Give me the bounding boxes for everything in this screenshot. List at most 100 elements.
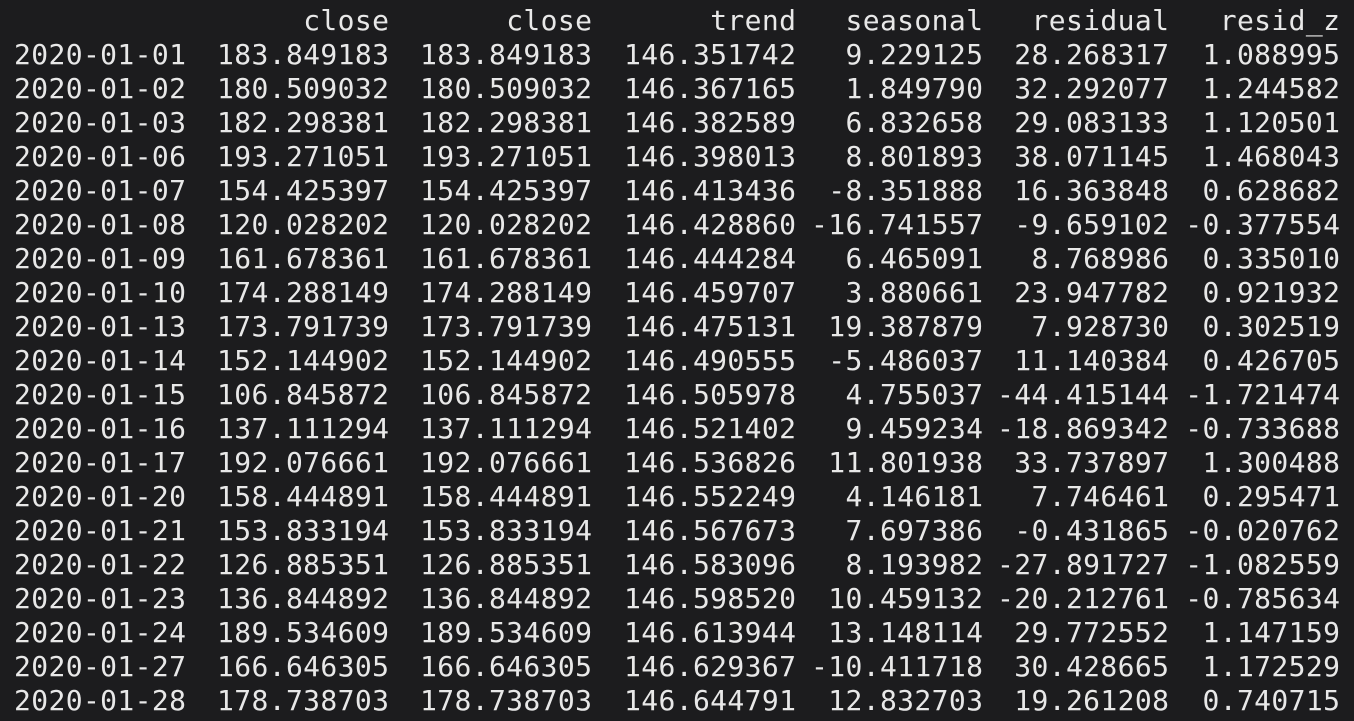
residual-cell: -9.659102	[1014, 208, 1170, 241]
resid-z-cell: 1.120501	[1202, 106, 1341, 139]
close-cell: 166.646305	[217, 650, 390, 683]
table-row: 2020-01-08 120.028202 120.028202 146.428860…	[14, 208, 1340, 242]
close-cell: 174.288149	[217, 276, 390, 309]
close-cell: 120.028202	[217, 208, 390, 241]
close-cell: 158.444891	[420, 480, 593, 513]
table-row: 2020-01-10 174.288149 174.288149 146.459707…	[14, 276, 1340, 310]
seasonal-cell: 1.849790	[845, 72, 984, 105]
terminal-window[interactable]: close close trend seasonal residual resi…	[0, 0, 1354, 721]
trend-cell: 146.475131	[624, 310, 797, 343]
table-row: 2020-01-09 161.678361 161.678361 146.444284…	[14, 242, 1340, 276]
seasonal-cell: 19.387879	[828, 310, 984, 343]
trend-cell: 146.413436	[624, 174, 797, 207]
close-cell: 126.885351	[420, 548, 593, 581]
trend-cell: 146.629367	[624, 650, 797, 683]
residual-cell: 29.772552	[1014, 616, 1170, 649]
trend-cell: 146.567673	[624, 514, 797, 547]
seasonal-cell: 4.755037	[845, 378, 984, 411]
resid-z-cell: 0.921932	[1202, 276, 1341, 309]
close-cell: 193.271051	[217, 140, 390, 173]
close-cell: 120.028202	[420, 208, 593, 241]
close-cell: 154.425397	[217, 174, 390, 207]
seasonal-cell: -8.351888	[828, 174, 984, 207]
close-cell: 106.845872	[420, 378, 593, 411]
row-index-date: 2020-01-20	[14, 480, 187, 513]
trend-cell: 146.552249	[624, 480, 797, 513]
close-cell: 154.425397	[420, 174, 593, 207]
close-cell: 183.849183	[420, 38, 593, 71]
residual-cell: -44.415144	[997, 378, 1170, 411]
seasonal-cell: 11.801938	[828, 446, 984, 479]
close-cell: 178.738703	[420, 684, 593, 717]
column-header-resid-z: resid_z	[1219, 4, 1341, 37]
table-row: 2020-01-07 154.425397 154.425397 146.413436…	[14, 174, 1340, 208]
row-index-date: 2020-01-17	[14, 446, 187, 479]
table-row: 2020-01-15 106.845872 106.845872 146.505978…	[14, 378, 1340, 412]
close-cell: 161.678361	[217, 242, 390, 275]
close-cell: 183.849183	[217, 38, 390, 71]
residual-cell: 32.292077	[1014, 72, 1170, 105]
resid-z-cell: -0.733688	[1185, 412, 1341, 445]
close-cell: 192.076661	[420, 446, 593, 479]
table-row: 2020-01-21 153.833194 153.833194 146.567673…	[14, 514, 1340, 548]
row-index-date: 2020-01-02	[14, 72, 187, 105]
seasonal-cell: 9.459234	[845, 412, 984, 445]
resid-z-cell: 0.302519	[1202, 310, 1341, 343]
close-cell: 174.288149	[420, 276, 593, 309]
trend-cell: 146.428860	[624, 208, 797, 241]
trend-cell: 146.536826	[624, 446, 797, 479]
trend-cell: 146.490555	[624, 344, 797, 377]
residual-cell: 30.428665	[1014, 650, 1170, 683]
resid-z-cell: 0.295471	[1202, 480, 1341, 513]
resid-z-cell: 1.088995	[1202, 38, 1341, 71]
seasonal-cell: -16.741557	[811, 208, 984, 241]
row-index-date: 2020-01-07	[14, 174, 187, 207]
close-cell: 158.444891	[217, 480, 390, 513]
table-row: 2020-01-23 136.844892 136.844892 146.598520…	[14, 582, 1340, 616]
close-cell: 137.111294	[420, 412, 593, 445]
seasonal-cell: 8.801893	[845, 140, 984, 173]
trend-cell: 146.613944	[624, 616, 797, 649]
close-cell: 106.845872	[217, 378, 390, 411]
trend-cell: 146.398013	[624, 140, 797, 173]
seasonal-cell: 3.880661	[845, 276, 984, 309]
column-header-close: close	[303, 4, 390, 37]
table-row: 2020-01-02 180.509032 180.509032 146.367165…	[14, 72, 1340, 106]
resid-z-cell: -0.785634	[1185, 582, 1341, 615]
trend-cell: 146.521402	[624, 412, 797, 445]
row-index-date: 2020-01-23	[14, 582, 187, 615]
resid-z-cell: 0.335010	[1202, 242, 1341, 275]
table-row: 2020-01-27 166.646305 166.646305 146.629367…	[14, 650, 1340, 684]
resid-z-cell: -0.377554	[1185, 208, 1341, 241]
seasonal-cell: 7.697386	[845, 514, 984, 547]
row-index-date: 2020-01-16	[14, 412, 187, 445]
close-cell: 189.534609	[420, 616, 593, 649]
seasonal-cell: 12.832703	[828, 684, 984, 717]
row-index-date: 2020-01-13	[14, 310, 187, 343]
seasonal-cell: 6.465091	[845, 242, 984, 275]
seasonal-cell: 4.146181	[845, 480, 984, 513]
resid-z-cell: -0.020762	[1185, 514, 1341, 547]
resid-z-cell: 1.468043	[1202, 140, 1341, 173]
column-header-seasonal: seasonal	[845, 4, 984, 37]
table-row: 2020-01-06 193.271051 193.271051 146.398013…	[14, 140, 1340, 174]
row-index-date: 2020-01-10	[14, 276, 187, 309]
close-cell: 180.509032	[217, 72, 390, 105]
resid-z-cell: -1.082559	[1185, 548, 1341, 581]
close-cell: 152.144902	[420, 344, 593, 377]
header-row: close close trend seasonal residual resi…	[14, 4, 1340, 38]
residual-cell: 19.261208	[1014, 684, 1170, 717]
row-index-date: 2020-01-14	[14, 344, 187, 377]
close-cell: 173.791739	[420, 310, 593, 343]
seasonal-cell: -10.411718	[811, 650, 984, 683]
close-cell: 180.509032	[420, 72, 593, 105]
trend-cell: 146.459707	[624, 276, 797, 309]
residual-cell: -0.431865	[1014, 514, 1170, 547]
residual-cell: 8.768986	[1031, 242, 1170, 275]
trend-cell: 146.644791	[624, 684, 797, 717]
close-cell: 166.646305	[420, 650, 593, 683]
column-header-close-2: close	[506, 4, 593, 37]
table-row: 2020-01-22 126.885351 126.885351 146.583096…	[14, 548, 1340, 582]
residual-cell: 11.140384	[1014, 344, 1170, 377]
resid-z-cell: 1.147159	[1202, 616, 1341, 649]
